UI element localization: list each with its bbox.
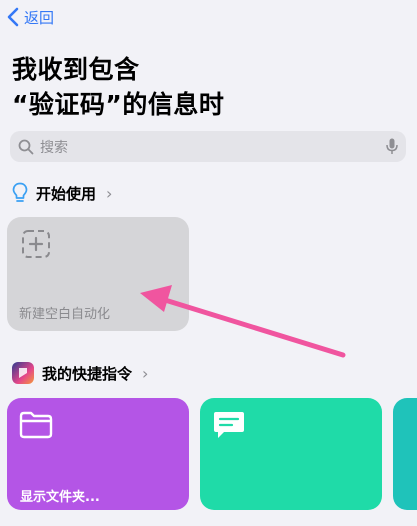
new-blank-automation-tile[interactable]: 新建空白自动化 <box>7 217 189 331</box>
chevron-right-icon: › <box>106 183 113 203</box>
section-get-started-label: 开始使用 <box>36 184 97 203</box>
new-blank-automation-label: 新建空白自动化 <box>19 307 111 322</box>
back-label: 返回 <box>24 8 55 27</box>
lightbulb-icon <box>12 182 28 202</box>
chevron-left-icon <box>7 7 19 27</box>
folder-icon <box>19 411 53 439</box>
search-icon <box>18 139 34 154</box>
search-input[interactable]: 搜索 <box>40 137 380 157</box>
search-bar[interactable]: 搜索 <box>10 131 406 162</box>
page-title: 我收到包含 “验证码”的信息时 <box>12 52 224 122</box>
chevron-right-icon: › <box>142 363 149 383</box>
add-dashed-square-icon <box>22 230 50 258</box>
section-my-shortcuts-label: 我的快捷指令 <box>42 364 133 383</box>
title-line-1: 我收到包含 <box>12 55 140 84</box>
back-button[interactable]: 返回 <box>6 5 54 29</box>
shortcut-card-show-folder[interactable]: 显示文件夹... <box>7 398 189 510</box>
shortcut-card-partial[interactable] <box>393 398 417 510</box>
shortcut-card-label: 显示文件夹... <box>20 490 100 505</box>
section-get-started[interactable]: 开始使用 › <box>12 182 112 204</box>
title-line-2: “验证码”的信息时 <box>12 90 225 119</box>
message-icon <box>214 412 244 438</box>
shortcut-card-message[interactable] <box>200 398 382 510</box>
microphone-icon[interactable] <box>386 138 398 155</box>
section-my-shortcuts[interactable]: 我的快捷指令 › <box>12 362 148 384</box>
shortcuts-app-icon <box>12 362 34 384</box>
